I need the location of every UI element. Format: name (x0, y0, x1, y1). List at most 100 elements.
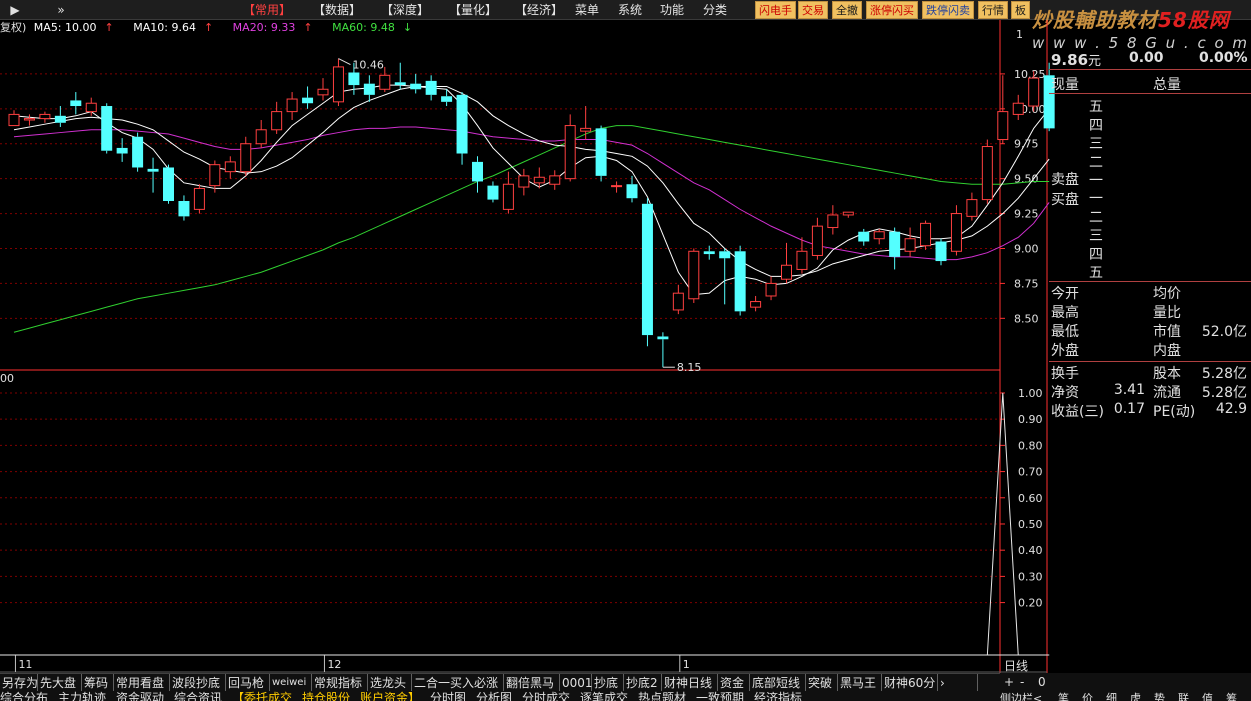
bottom-tab-1[interactable]: 主力轨迹 (58, 691, 106, 701)
indicator-tab-7[interactable]: 常规指标 (312, 674, 368, 692)
bottom-tab-4[interactable]: 【委托成交 (232, 691, 292, 701)
menu-item-3[interactable]: 【量化】 (449, 0, 497, 20)
menu-item-0[interactable]: 【常用】 (243, 0, 291, 20)
bottom-tab-0[interactable]: 综合分布 (0, 691, 48, 701)
sell-level-1: 一 (1089, 173, 1103, 189)
toolbar-button-5[interactable]: 行情 (978, 1, 1008, 19)
candle-body-down (348, 72, 360, 86)
side-tab-1[interactable]: 价 (1082, 690, 1093, 701)
indicator-tab-5[interactable]: 回马枪 (226, 674, 270, 692)
indicator-tab-2[interactable]: 筹码 (82, 674, 114, 692)
bottom-tab-5[interactable]: 持仓股份 (302, 691, 350, 701)
finance-label-b-2: PE(动) (1153, 404, 1196, 420)
x-tick-label: 11 (18, 658, 32, 671)
right-bottom-bar: + - 0 侧边栏< 笔 价 细 虎 势 联 值 筹 (1000, 673, 1251, 701)
y-tick-label: 9.75 (1014, 138, 1039, 151)
candle-body-up (502, 183, 514, 210)
candle-body-up (688, 250, 700, 300)
candle-body-down (302, 97, 314, 104)
zoom-out-button[interactable]: - (1020, 675, 1024, 689)
candle (842, 211, 854, 218)
sub-tick-label: 0.60 (1018, 492, 1043, 505)
menu-item-2[interactable]: 【深度】 (381, 0, 429, 20)
indicator-tab-6[interactable]: weiwei (270, 674, 312, 692)
indicator-tab-12[interactable]: 抄底 (592, 674, 624, 692)
indicator-tab-10[interactable]: 翻倍黑马 (504, 674, 560, 692)
candle (70, 92, 82, 115)
candle (271, 101, 283, 134)
candle (935, 238, 947, 266)
bottom-tab-11[interactable]: 热点题材 (638, 691, 686, 701)
y-tick-label: 9.25 (1014, 208, 1039, 221)
indicator-tab-16[interactable]: 底部短线 (750, 674, 806, 692)
side-tab-0[interactable]: 笔 (1058, 690, 1069, 701)
toolbar-button-0[interactable]: 闪电手 (755, 1, 796, 19)
stats-label-b-3: 内盘 (1153, 343, 1181, 359)
candle (580, 106, 592, 140)
menu-item-1[interactable]: 【数据】 (313, 0, 361, 20)
bottom-tab-12[interactable]: 一致预期 (696, 691, 744, 701)
bottom-tab-3[interactable]: 综合资讯 (174, 691, 222, 701)
candle-body-up (240, 143, 252, 173)
quote-change: 0.00 (1129, 50, 1164, 66)
side-tab-6[interactable]: 值 (1202, 690, 1213, 701)
period-label[interactable]: 日线 (1004, 657, 1028, 674)
bottom-tab-2[interactable]: 资金驱动 (116, 691, 164, 701)
toolbar-button-1[interactable]: 交易 (798, 1, 828, 19)
bottom-tab-6[interactable]: 账户资金】 (360, 691, 420, 701)
toolbar-button-3[interactable]: 涨停闪买 (866, 1, 918, 19)
bottom-tab-8[interactable]: 分析图 (476, 691, 512, 701)
bottom-tab-7[interactable]: 分时图 (430, 691, 466, 701)
bottom-tab-10[interactable]: 逐笔成交 (580, 691, 628, 701)
indicator-tab-20[interactable]: › (938, 674, 978, 692)
sub-tick-label: 1.00 (1018, 387, 1043, 400)
candle-body-up (873, 231, 885, 240)
side-tab-5[interactable]: 联 (1178, 690, 1189, 701)
side-tab-4[interactable]: 势 (1154, 690, 1165, 701)
candle (904, 227, 916, 257)
candle (224, 156, 236, 179)
indicator-tab-9[interactable]: 二合一买入必涨 (412, 674, 504, 692)
side-tab-3[interactable]: 虎 (1130, 690, 1141, 701)
menu-item-4[interactable]: 【经济】 (515, 0, 563, 20)
play-icon[interactable]: ▶ (4, 0, 26, 20)
indicator-tab-14[interactable]: 财神日线 (662, 674, 718, 692)
toolbar-button-6[interactable]: 板 (1011, 1, 1030, 19)
indicator-tab-13[interactable]: 抄底2 (624, 674, 662, 692)
expand-icon[interactable]: » (50, 0, 72, 20)
toolbar-button-4[interactable]: 跌停闪卖 (922, 1, 974, 19)
indicator-tab-11[interactable]: 0001 (560, 674, 593, 692)
max-pointer (338, 58, 351, 65)
candle-body-down (147, 168, 159, 172)
side-tab-7[interactable]: 筹 (1226, 690, 1237, 701)
indicator-tab-1[interactable]: 先大盘 (38, 674, 82, 692)
toolbar-button-2[interactable]: 全撤 (832, 1, 862, 19)
bottom-tabs: 综合分布 主力轨迹 资金驱动 综合资讯 【委托成交 持仓股份 账户资金】 分时图 分析图 分时成交… (0, 691, 1000, 701)
buy-label: 买盘 (1051, 192, 1079, 208)
candle (317, 78, 329, 101)
zoom-in-button[interactable]: + (1004, 675, 1014, 689)
indicator-tab-18[interactable]: 黑马王 (838, 674, 882, 692)
indicator-tab-17[interactable]: 突破 (806, 674, 838, 692)
candle (765, 276, 777, 301)
indicator-tab-3[interactable]: 常用看盘 (114, 674, 170, 692)
candle (302, 86, 314, 109)
indicator-tab-4[interactable]: 波段抄底 (170, 674, 226, 692)
indicator-tab-0[interactable]: 另存为 (0, 674, 38, 692)
candle (966, 192, 978, 221)
indicator-tab-19[interactable]: 财神60分 (882, 674, 938, 692)
candle-body-down (487, 185, 499, 200)
indicator-tab-8[interactable]: 选龙头 (368, 674, 412, 692)
menu-item-6[interactable]: 系统 (618, 0, 642, 20)
menu-item-8[interactable]: 分类 (703, 0, 727, 20)
sidebar-toggle[interactable]: 侧边栏< (1000, 690, 1042, 701)
candle-body-down (858, 231, 870, 242)
bottom-tab-13[interactable]: 经济指标 (754, 691, 802, 701)
side-tab-2[interactable]: 细 (1106, 690, 1117, 701)
bottom-tab-9[interactable]: 分时成交 (522, 691, 570, 701)
menu-item-5[interactable]: 菜单 (575, 0, 599, 20)
candle (147, 157, 159, 193)
candle (410, 73, 422, 94)
menu-item-7[interactable]: 功能 (660, 0, 684, 20)
indicator-tab-15[interactable]: 资金 (718, 674, 750, 692)
